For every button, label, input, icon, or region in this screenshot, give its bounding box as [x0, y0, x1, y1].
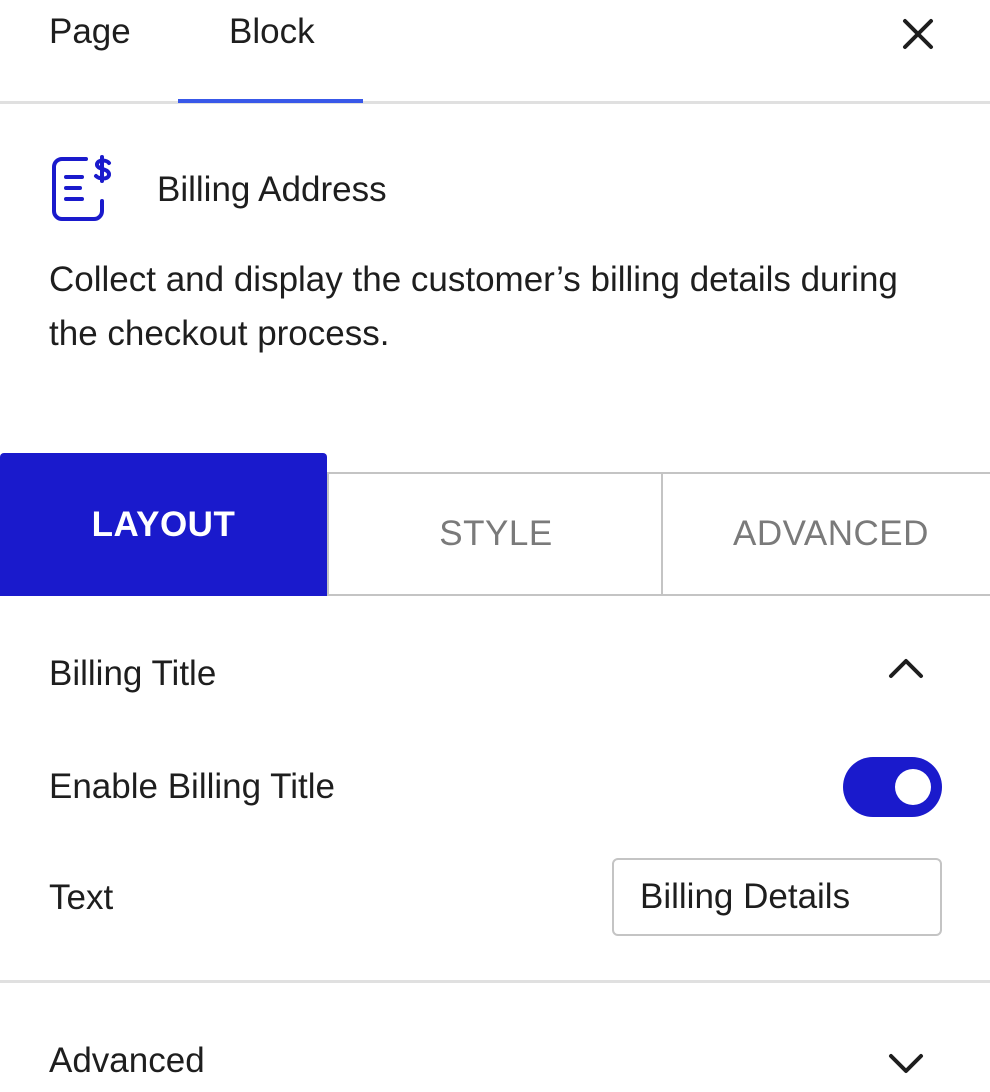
tab-layout[interactable]: LAYOUT [0, 453, 327, 596]
enable-billing-title-label: Enable Billing Title [49, 767, 335, 806]
divider [0, 980, 990, 983]
block-title: Billing Address [157, 170, 387, 209]
chevron-down-icon [889, 1054, 923, 1073]
block-settings-sidebar: Page Block Billing Address Collect and d… [0, 0, 990, 1092]
text-field-label: Text [49, 878, 114, 917]
close-button[interactable] [898, 14, 938, 54]
tab-advanced[interactable]: ADVANCED [661, 472, 990, 596]
tab-block[interactable]: Block [229, 12, 315, 52]
billing-document-dollar-icon [50, 155, 114, 223]
tab-page[interactable]: Page [49, 12, 131, 52]
panel-title: Advanced [49, 1041, 205, 1080]
close-icon [903, 19, 933, 49]
tab-style[interactable]: STYLE [327, 472, 663, 596]
block-description: Collect and display the customer’s billi… [49, 260, 898, 353]
active-tab-indicator [178, 99, 363, 103]
billing-title-panel-toggle[interactable]: Billing Title [0, 620, 990, 730]
advanced-panel-toggle[interactable]: Advanced [0, 985, 990, 1092]
billing-title-text-input[interactable] [612, 858, 942, 936]
sidebar-tabs: Page Block [0, 0, 990, 104]
chevron-up-icon [889, 659, 923, 678]
toggle-knob [895, 769, 931, 805]
enable-billing-title-toggle[interactable] [843, 757, 942, 817]
panel-title: Billing Title [49, 654, 217, 693]
